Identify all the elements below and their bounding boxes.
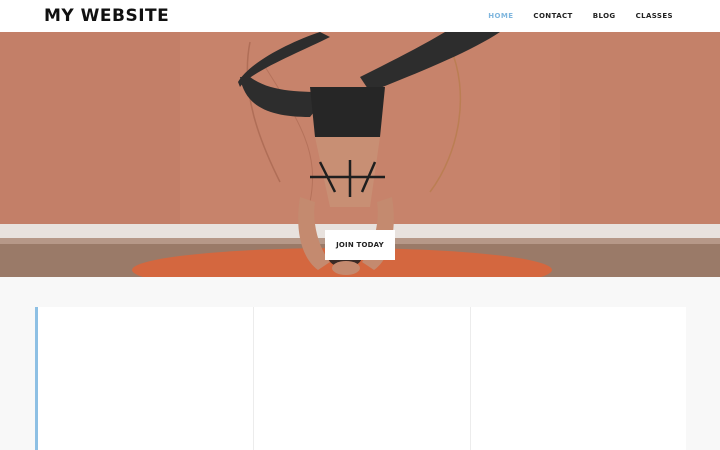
join-today-button[interactable]: JOIN TODAY xyxy=(325,230,395,260)
nav-link-blog[interactable]: BLOG xyxy=(593,12,616,20)
nav-link-contact[interactable]: CONTACT xyxy=(533,12,572,20)
feature-cards xyxy=(35,307,686,450)
feature-card xyxy=(254,307,471,450)
hero-banner: JOIN TODAY xyxy=(0,32,720,277)
nav-link-home[interactable]: HOME xyxy=(488,12,513,20)
site-logo[interactable]: MY WEBSITE xyxy=(44,6,169,26)
feature-card xyxy=(35,307,255,450)
nav-link-classes[interactable]: CLASSES xyxy=(636,12,673,20)
feature-card xyxy=(470,307,686,450)
main-nav: HOME CONTACT BLOG CLASSES xyxy=(468,0,673,32)
site-header: MY WEBSITE HOME CONTACT BLOG CLASSES xyxy=(0,0,720,32)
